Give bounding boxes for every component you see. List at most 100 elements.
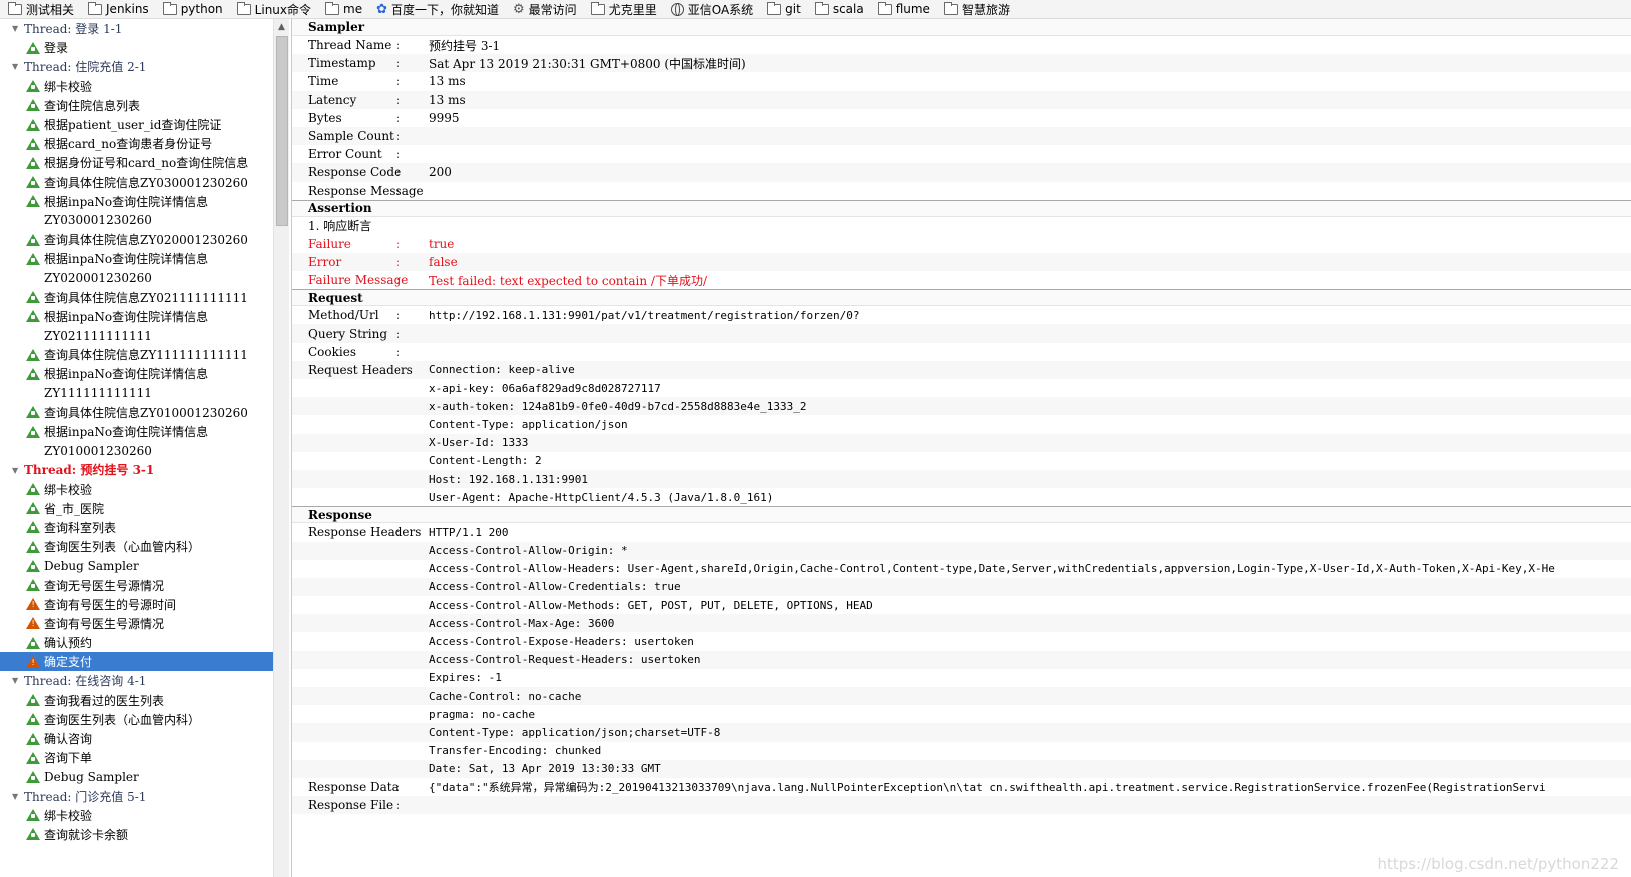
response-header-line: Content-Type: application/json;charset=U… (429, 725, 721, 739)
tree-sampler-node[interactable]: 查询具体住院信息ZY021111111111 (0, 288, 273, 307)
tree-sampler-node[interactable]: 查询有号医生号源情况 (0, 614, 273, 633)
row-key: Response Code (308, 165, 402, 180)
bookmark-item[interactable]: 智慧旅游 (936, 0, 1016, 18)
tree-sampler-node[interactable]: 绑卡校验 (0, 77, 273, 96)
tree-sampler-node[interactable]: 查询具体住院信息ZY030001230260 (0, 173, 273, 192)
tree-sampler-node[interactable]: 查询无号医生号源情况 (0, 575, 273, 594)
tree-node-label: 根据inpaNo查询住院详情信息 (44, 194, 209, 209)
tree-node-label: Thread: 门诊充值 5-1 (24, 789, 147, 804)
tree-node-continuation[interactable]: ZY010001230260 (0, 441, 273, 460)
success-icon (26, 176, 40, 189)
scroll-up-arrow-icon[interactable]: ▲ (274, 19, 289, 35)
tree-sampler-node[interactable]: 根据inpaNo查询住院详情信息 (0, 249, 273, 268)
sampler-row: Response Code: 200 (292, 163, 1631, 182)
tree-sampler-node[interactable]: 绑卡校验 (0, 480, 273, 499)
tree-node-label: 根据inpaNo查询住院详情信息 (44, 425, 209, 440)
paw-icon: ✿ (376, 1, 387, 17)
row-value: http://192.168.1.131:9901/pat/v1/treatme… (429, 308, 860, 322)
tree-sampler-node[interactable]: 查询医生列表（心血管内科） (0, 710, 273, 729)
tree-sampler-node[interactable]: 咨询下单 (0, 748, 273, 767)
tree-thread-node[interactable]: ▼ Thread: 住院充值 2-1 (0, 57, 273, 76)
bookmark-item[interactable]: scala (807, 0, 870, 18)
tree-sampler-node[interactable]: 查询具体住院信息ZY111111111111 (0, 345, 273, 364)
assertion-table: Failure: true Error: false Failure Message: T… (292, 235, 1631, 290)
tree-sampler-node[interactable]: Debug Sampler (0, 556, 273, 575)
success-icon (26, 310, 40, 323)
bookmark-item[interactable]: Jenkins (80, 0, 155, 18)
tree-sampler-node[interactable]: 查询具体住院信息ZY010001230260 (0, 403, 273, 422)
tree-node-label: 查询具体住院信息ZY111111111111 (44, 348, 248, 363)
row-separator: : (396, 525, 401, 540)
bookmark-label: Linux命令 (254, 2, 312, 17)
bookmark-item[interactable]: ✿ 百度一下，你就知道 (368, 0, 505, 18)
tree-node-continuation[interactable]: ZY111111111111 (0, 384, 273, 403)
response-header-line: HTTP/1.1 200 (429, 525, 509, 539)
bookmark-item[interactable]: 尤克里里 (583, 0, 663, 18)
expand-toggle-icon[interactable]: ▼ (12, 24, 22, 33)
tree-thread-node[interactable]: ▼ Thread: 预约挂号 3-1 (0, 460, 273, 479)
bookmark-item[interactable]: git (759, 0, 807, 18)
bookmark-item[interactable]: 测试相关 (0, 0, 80, 18)
tree-sampler-node[interactable]: 登录 (0, 38, 273, 57)
bookmark-label: python (180, 2, 223, 16)
tree-thread-node[interactable]: ▼ Thread: 登录 1-1 (0, 19, 273, 38)
scrollbar-thumb[interactable] (276, 36, 288, 226)
bookmark-item[interactable]: me (317, 0, 368, 18)
response-header-row: Access-Control-Allow-Credentials: true (292, 577, 1631, 597)
tree-node-label: ZY111111111111 (44, 386, 152, 401)
expand-toggle-icon[interactable]: ▼ (12, 792, 22, 801)
tree-sampler-node[interactable]: 查询我看过的医生列表 (0, 691, 273, 710)
expand-toggle-icon[interactable]: ▼ (12, 465, 22, 475)
request-header-row: x-auth-token: 124a81b9-0fe0-40d9-b7cd-25… (292, 397, 1631, 416)
request-header-line: Content-Type: application/json (429, 417, 628, 431)
tree-node-label: 确认预约 (44, 636, 93, 651)
tree-sampler-node[interactable]: 根据inpaNo查询住院详情信息 (0, 192, 273, 211)
bookmark-label: 测试相关 (26, 2, 75, 17)
tree-sampler-node[interactable]: Debug Sampler (0, 767, 273, 786)
tree-node-continuation[interactable]: ZY030001230260 (0, 211, 273, 230)
tree-node-continuation[interactable]: ZY020001230260 (0, 268, 273, 287)
tree-sampler-node[interactable]: 根据patient_user_id查询住院证 (0, 115, 273, 134)
tree-sampler-node[interactable]: 查询有号医生的号源时间 (0, 595, 273, 614)
tree-node-label: Thread: 登录 1-1 (24, 22, 123, 37)
bookmark-item[interactable]: flume (870, 0, 936, 18)
expand-toggle-icon[interactable]: ▼ (12, 676, 22, 685)
tree-sampler-node[interactable]: 根据身份证号和card_no查询住院信息 (0, 153, 273, 172)
success-icon (26, 483, 40, 496)
row-key: Response File (308, 798, 394, 813)
tree-sampler-node[interactable]: 确认预约 (0, 633, 273, 652)
tree-node-label: 绑卡校验 (44, 808, 93, 823)
tree-sampler-node[interactable]: 根据inpaNo查询住院详情信息 (0, 307, 273, 326)
tree-sampler-node[interactable]: 确认咨询 (0, 729, 273, 748)
row-value: 9995 (429, 110, 460, 125)
method-url-row: Method/Url: http://192.168.1.131:9901/pa… (292, 306, 1631, 324)
bookmark-item[interactable]: python (155, 0, 229, 18)
sample-detail-panel: Sampler Thread Name: 预约挂号 3-1 Timestamp: Sa… (291, 19, 1631, 877)
bookmark-item[interactable]: Linux命令 (229, 0, 317, 18)
tree-sampler-node[interactable]: 查询科室列表 (0, 518, 273, 537)
tree-sampler-node[interactable]: 查询住院信息列表 (0, 96, 273, 115)
tree-sampler-node[interactable]: 根据card_no查询患者身份证号 (0, 134, 273, 153)
tree-sampler-node[interactable]: 绑卡校验 (0, 806, 273, 825)
tree-sampler-node[interactable]: 根据inpaNo查询住院详情信息 (0, 422, 273, 441)
tree-thread-node[interactable]: ▼ Thread: 在线咨询 4-1 (0, 671, 273, 690)
row-value: 预约挂号 3-1 (429, 38, 501, 53)
tree-sampler-node[interactable]: 确定支付 (0, 652, 273, 672)
tree-sampler-node[interactable]: 查询医生列表（心血管内科） (0, 537, 273, 556)
tree-node-continuation[interactable]: ZY021111111111 (0, 326, 273, 345)
row-value: 13 ms (429, 74, 466, 89)
bookmark-item[interactable]: ⚙ 最常访问 (505, 0, 583, 18)
response-header-line: Access-Control-Allow-Headers: User-Agent… (429, 562, 1555, 576)
tree-sampler-node[interactable]: 查询具体住院信息ZY020001230260 (0, 230, 273, 249)
tree-thread-node[interactable]: ▼ Thread: 门诊充值 5-1 (0, 787, 273, 806)
tree-sampler-node[interactable]: 根据inpaNo查询住院详情信息 (0, 364, 273, 383)
tree-scrollbar[interactable]: ▲ (273, 19, 289, 877)
tree-sampler-node[interactable]: 查询就诊卡余额 (0, 825, 273, 844)
bookmark-item[interactable]: 亚信OA系统 (663, 0, 759, 18)
tree-sampler-node[interactable]: 省_市_医院 (0, 499, 273, 518)
expand-toggle-icon[interactable]: ▼ (12, 62, 22, 71)
request-header-line: X-User-Id: 1333 (429, 436, 529, 450)
tree-node-label: 查询具体住院信息ZY021111111111 (44, 290, 248, 305)
assertion-row: Error: false (292, 252, 1631, 272)
tree-node-label: 根据身份证号和card_no查询住院信息 (44, 156, 249, 171)
